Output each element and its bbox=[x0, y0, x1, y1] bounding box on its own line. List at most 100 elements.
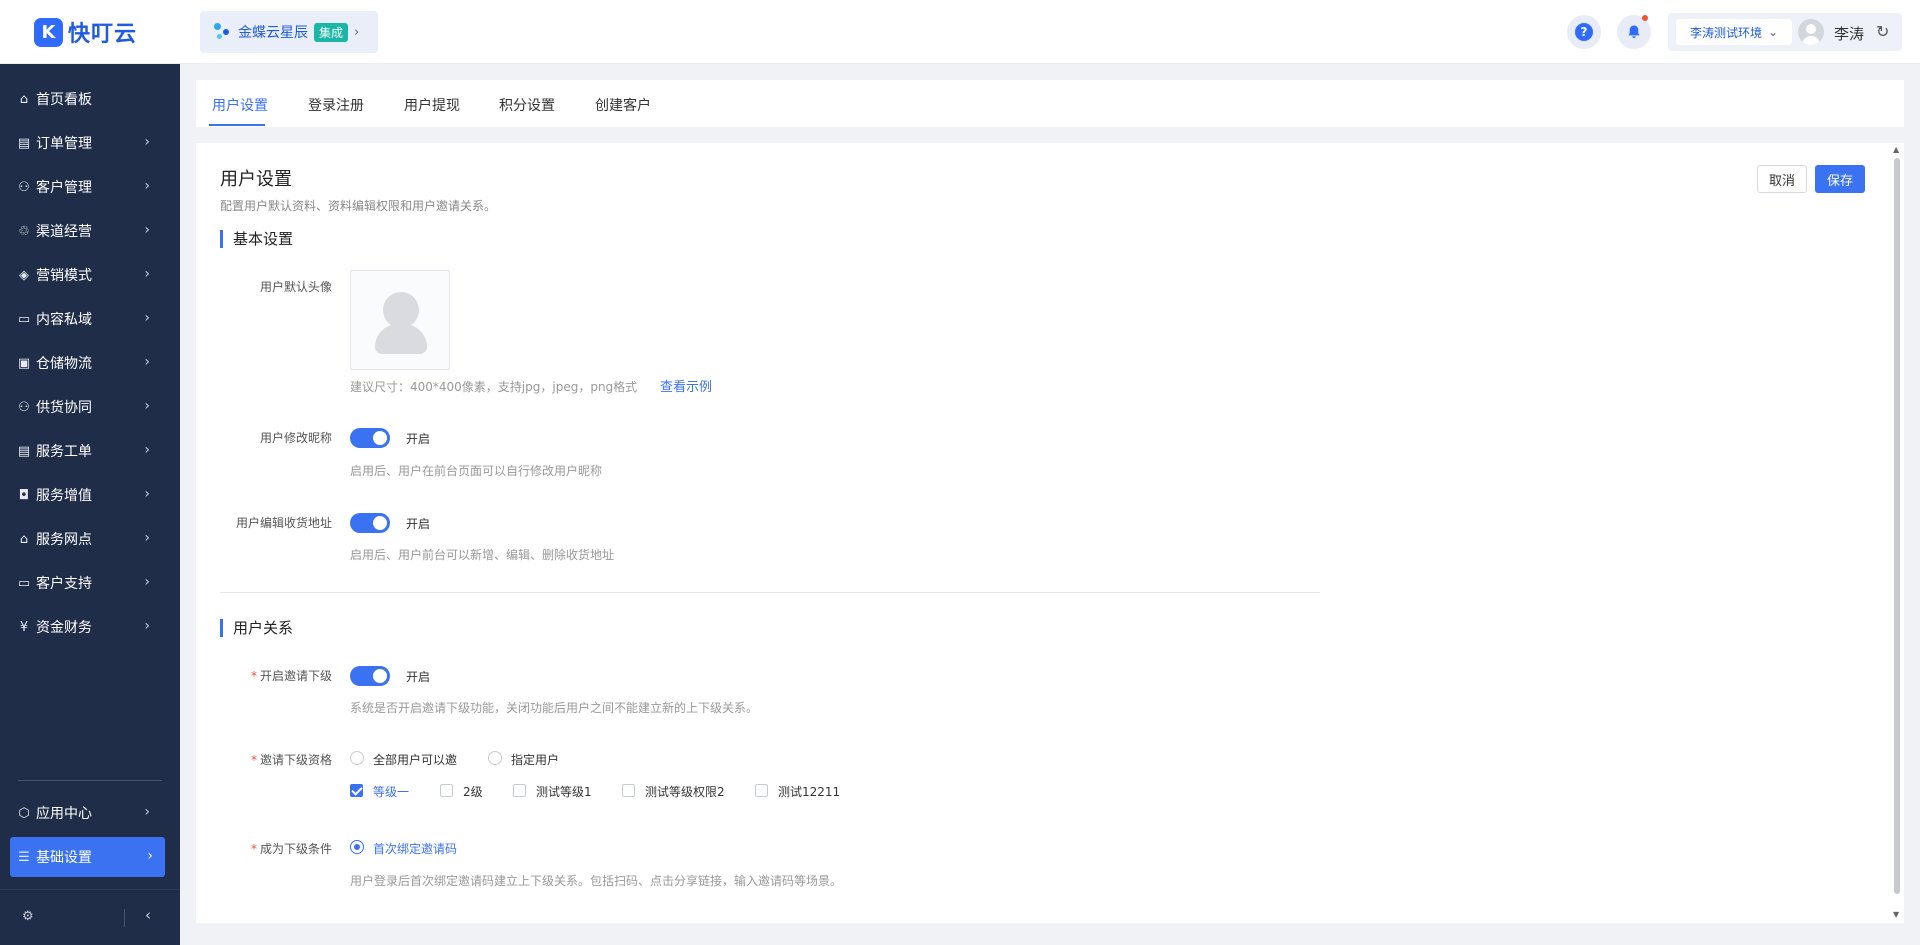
scroll-down-icon[interactable]: ▼ bbox=[1893, 910, 1899, 919]
environment-label: 李涛测试环境 bbox=[1689, 25, 1762, 40]
radio-first-bind-label[interactable]: 首次绑定邀请码 bbox=[373, 840, 457, 857]
settings-card: 用户设置 配置用户默认资料、资料编辑权限和用户邀请关系。 取消 保存 基本设置 … bbox=[196, 143, 1904, 923]
level-checkbox-5[interactable] bbox=[755, 784, 768, 797]
tab-login-register[interactable]: 登录注册 bbox=[308, 95, 364, 115]
tab-withdrawal[interactable]: 用户提现 bbox=[404, 95, 460, 115]
sidebar-item-outlets[interactable]: ⌂ 服务网点 › bbox=[0, 519, 180, 559]
active-tab-indicator bbox=[209, 124, 265, 126]
sidebar-item-finance[interactable]: ¥ 资金财务 › bbox=[0, 607, 180, 647]
main-scrollbar[interactable]: ▲ ▼ bbox=[1890, 143, 1904, 923]
sidebar-item-service-tickets[interactable]: ▤ 服务工单 › bbox=[0, 431, 180, 471]
environment-select[interactable]: 李涛测试环境 ⌄ bbox=[1676, 19, 1792, 45]
sidebar-item-dashboard[interactable]: ⌂ 首页看板 bbox=[0, 79, 180, 119]
section-title-relation: 用户关系 bbox=[220, 619, 293, 637]
sidebar-item-label: 渠道经营 bbox=[36, 224, 92, 240]
invite-toggle[interactable] bbox=[350, 666, 390, 686]
sidebar-item-label: 服务工单 bbox=[36, 444, 92, 460]
sidebar-item-supply[interactable]: ⚇ 供货协同 › bbox=[0, 387, 180, 427]
sidebar-item-marketing[interactable]: ◈ 营销模式 › bbox=[0, 255, 180, 295]
radio-all-users-label[interactable]: 全部用户可以邀 bbox=[373, 751, 457, 768]
org-switcher[interactable]: 金蝶云星辰 集成 › bbox=[200, 11, 378, 53]
chevron-right-icon: › bbox=[144, 574, 150, 590]
address-label: 用户编辑收货地址 bbox=[235, 516, 332, 530]
sidebar-item-label: 客户管理 bbox=[36, 180, 92, 196]
sidebar-item-label: 基础设置 bbox=[36, 850, 92, 866]
save-button[interactable]: 保存 bbox=[1815, 165, 1865, 193]
sidebar-footer: ⚙ ‹ bbox=[0, 889, 180, 945]
level-checkbox-4[interactable] bbox=[622, 784, 635, 797]
address-toggle[interactable] bbox=[350, 513, 390, 533]
sidebar-item-label: 首页看板 bbox=[36, 92, 92, 108]
sidebar-item-content[interactable]: ▭ 内容私域 › bbox=[0, 299, 180, 339]
chevron-right-icon: › bbox=[144, 398, 150, 414]
level-label-2[interactable]: 2级 bbox=[463, 783, 483, 800]
help-icon: ? bbox=[1575, 23, 1593, 41]
tab-create-customer[interactable]: 创建客户 bbox=[595, 95, 651, 115]
chevron-right-icon: › bbox=[354, 24, 360, 40]
level-label-5[interactable]: 测试12211 bbox=[778, 783, 840, 800]
settings-tabs: 用户设置 登录注册 用户提现 积分设置 创建客户 bbox=[196, 80, 1904, 127]
warehouse-icon: ▣ bbox=[17, 355, 31, 371]
help-button[interactable]: ? bbox=[1567, 15, 1601, 49]
radio-specified-users-label[interactable]: 指定用户 bbox=[511, 751, 559, 768]
sidebar-item-app-center[interactable]: ⬡ 应用中心 › bbox=[0, 793, 180, 833]
store-icon: ⌂ bbox=[19, 531, 29, 547]
level-checkbox-2[interactable] bbox=[440, 784, 453, 797]
scroll-up-icon[interactable]: ▲ bbox=[1893, 145, 1899, 154]
avatar-placeholder-body bbox=[375, 324, 427, 354]
chevron-right-icon: › bbox=[144, 442, 150, 458]
user-icon: ⚇ bbox=[18, 179, 30, 195]
section-divider bbox=[220, 592, 1320, 593]
nickname-label: 用户修改昵称 bbox=[259, 431, 332, 445]
sidebar-item-label: 内容私域 bbox=[36, 312, 92, 328]
level-checkbox-3[interactable] bbox=[513, 784, 526, 797]
page-description: 配置用户默认资料、资料编辑权限和用户邀请关系。 bbox=[220, 199, 497, 213]
app-logo[interactable]: K 快叮云 bbox=[34, 17, 137, 47]
sidebar-item-warehouse[interactable]: ▣ 仓储物流 › bbox=[0, 343, 180, 383]
sidebar-item-support[interactable]: ▭ 客户支持 › bbox=[0, 563, 180, 603]
yen-icon: ¥ bbox=[19, 619, 29, 635]
chevron-right-icon: › bbox=[144, 486, 150, 502]
sidebar-item-basic-settings[interactable]: ☰ 基础设置 › bbox=[10, 837, 165, 877]
sidebar-item-value-added[interactable]: ◘ 服务增值 › bbox=[0, 475, 180, 515]
chevron-right-icon: › bbox=[144, 618, 150, 634]
condition-hint: 用户登录后首次绑定邀请码建立上下级关系。包括扫码、点击分享链接，输入邀请码等场景… bbox=[350, 874, 843, 888]
tab-user-settings[interactable]: 用户设置 bbox=[212, 95, 268, 115]
user-name[interactable]: 李涛 bbox=[1834, 23, 1864, 44]
level-label-4[interactable]: 测试等级权限2 bbox=[645, 783, 725, 800]
avatar[interactable] bbox=[1798, 19, 1824, 45]
cancel-button[interactable]: 取消 bbox=[1757, 165, 1807, 193]
nickname-toggle[interactable] bbox=[350, 428, 390, 448]
sidebar-item-label: 应用中心 bbox=[36, 806, 92, 822]
notifications-button[interactable] bbox=[1617, 15, 1651, 49]
address-hint: 启用后、用户前台可以新增、编辑、删除收货地址 bbox=[350, 548, 615, 562]
scrollbar-thumb[interactable] bbox=[1894, 158, 1900, 894]
page-title: 用户设置 bbox=[220, 169, 292, 190]
level-label-3[interactable]: 测试等级1 bbox=[536, 783, 592, 800]
collapse-sidebar-icon[interactable]: ‹ bbox=[145, 906, 151, 924]
avatar-label: 用户默认头像 bbox=[259, 280, 332, 294]
support-icon: ▭ bbox=[17, 575, 31, 591]
required-mark: * bbox=[250, 842, 257, 856]
tab-points[interactable]: 积分设置 bbox=[499, 95, 555, 115]
sidebar-item-orders[interactable]: ▤ 订单管理 › bbox=[0, 123, 180, 163]
view-example-link[interactable]: 查看示例 bbox=[660, 376, 712, 395]
sidebar-item-channels[interactable]: ♲ 渠道经营 › bbox=[0, 211, 180, 251]
level-label-1[interactable]: 等级一 bbox=[373, 783, 409, 800]
sidebar-item-customers[interactable]: ⚇ 客户管理 › bbox=[0, 167, 180, 207]
gear-icon[interactable]: ⚙ bbox=[22, 909, 34, 924]
sidebar-item-label: 营销模式 bbox=[36, 268, 92, 284]
top-header: K 快叮云 金蝶云星辰 集成 › ? 李涛测试环境 ⌄ 李涛 ↻ bbox=[0, 0, 1920, 64]
refresh-icon[interactable]: ↻ bbox=[1876, 22, 1889, 41]
radio-first-bind[interactable] bbox=[350, 840, 364, 854]
chevron-right-icon: › bbox=[147, 848, 153, 864]
condition-label-text: 成为下级条件 bbox=[259, 842, 332, 856]
required-mark: * bbox=[250, 669, 257, 683]
radio-specified-users[interactable] bbox=[488, 751, 502, 765]
level-checkbox-1[interactable] bbox=[350, 784, 363, 797]
order-icon: ▤ bbox=[17, 135, 31, 151]
logo-icon: K bbox=[34, 17, 63, 47]
avatar-upload[interactable] bbox=[350, 270, 450, 370]
org-logo-icon bbox=[214, 21, 232, 43]
radio-all-users[interactable] bbox=[350, 751, 364, 765]
